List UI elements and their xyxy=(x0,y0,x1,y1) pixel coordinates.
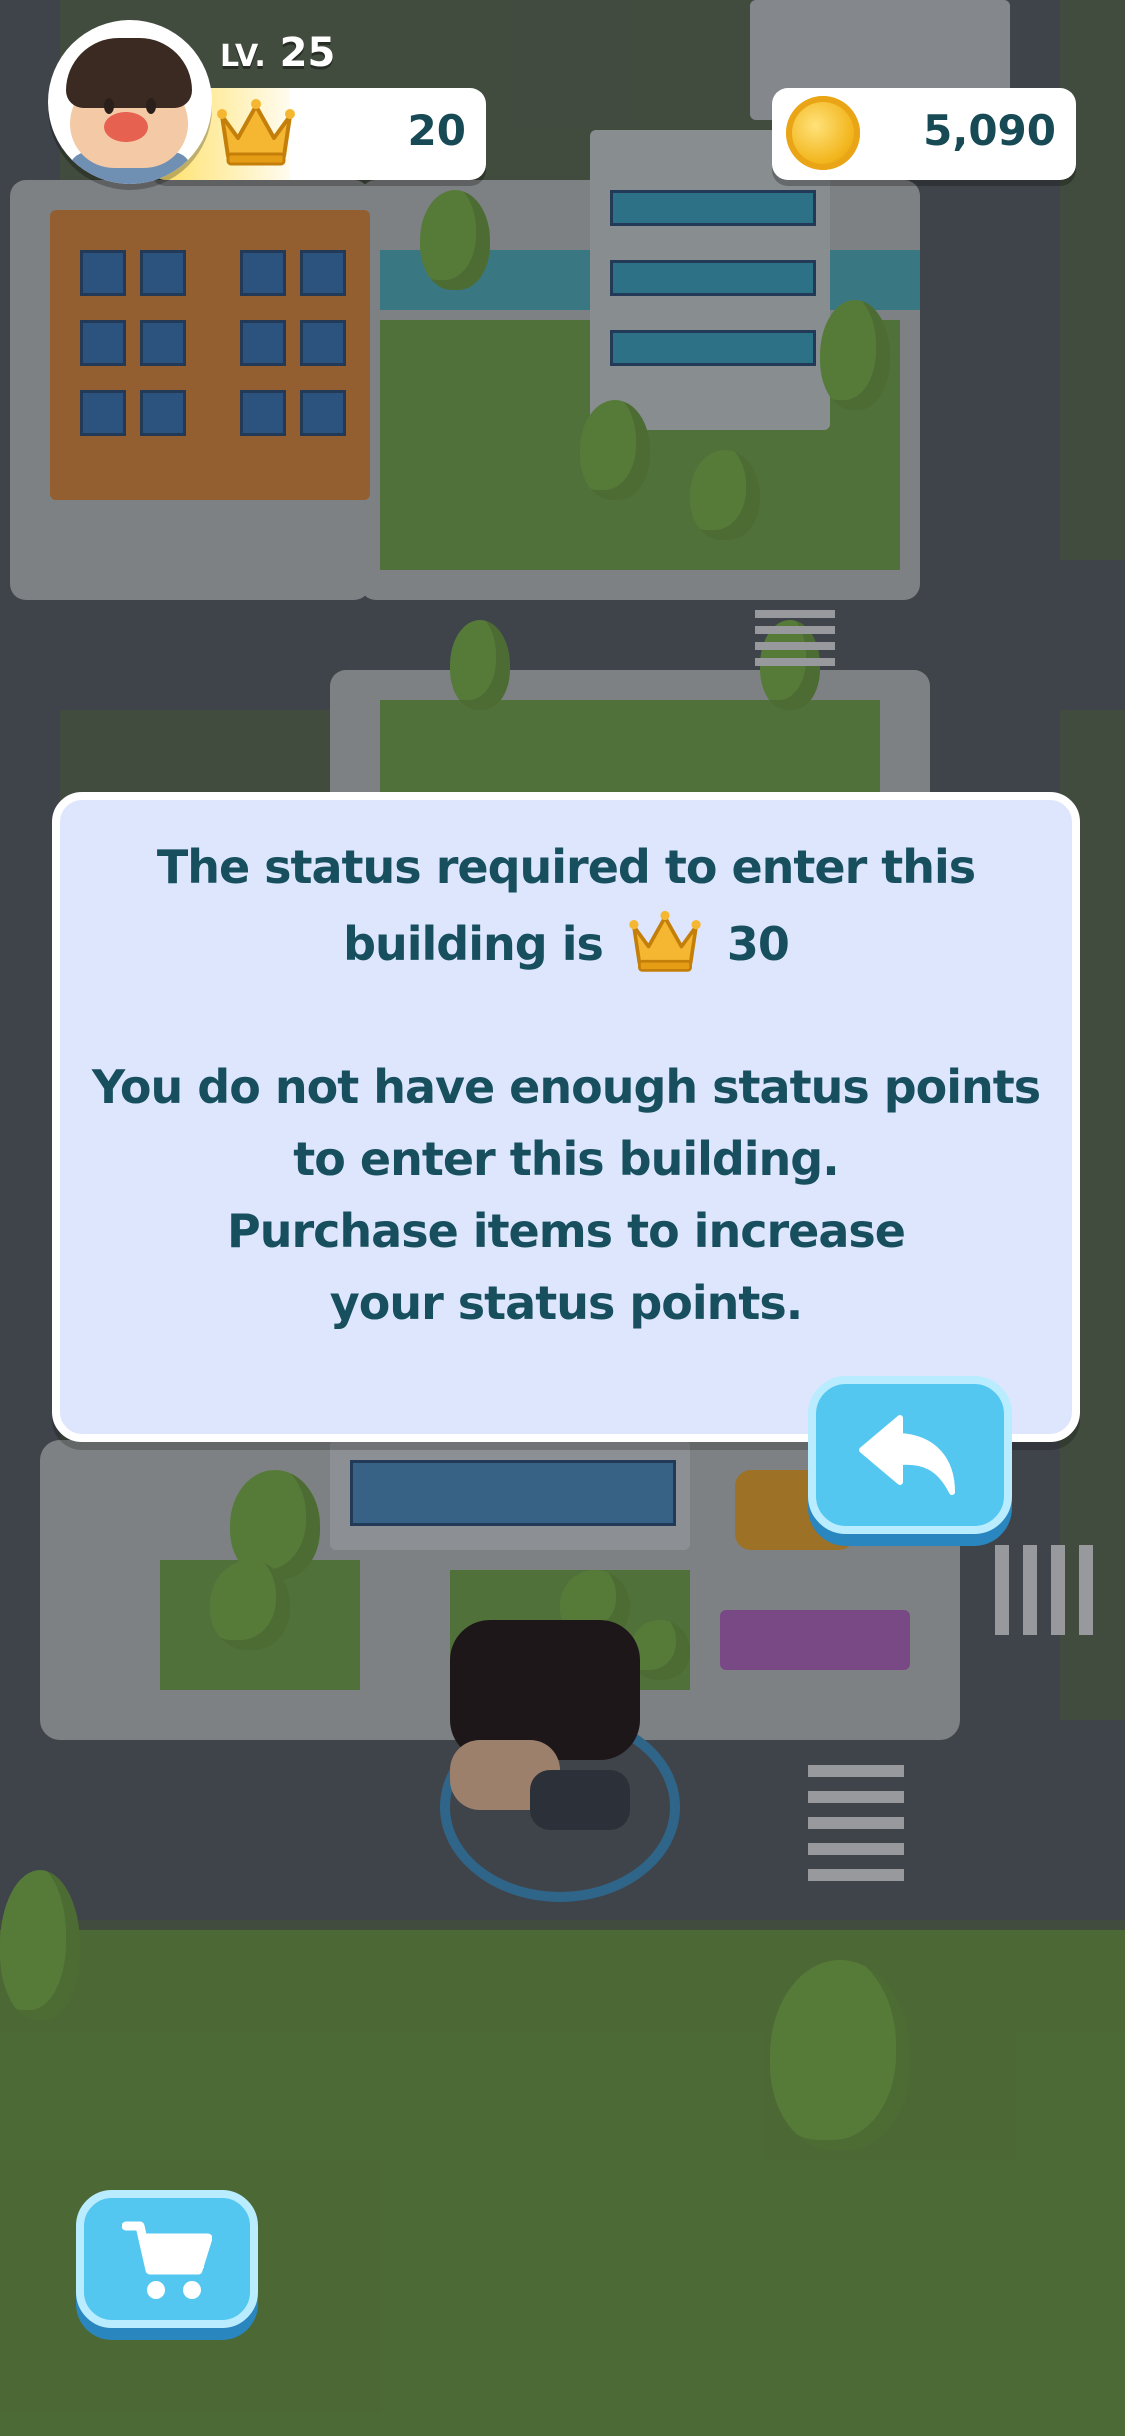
dialog-line-4: to enter this building. xyxy=(293,1132,839,1186)
dialog-line-1: The status required to enter this xyxy=(156,840,976,894)
level-value: 25 xyxy=(279,30,336,76)
back-button[interactable] xyxy=(808,1376,1012,1534)
player-level: LV. 25 xyxy=(220,30,335,76)
level-prefix: LV. xyxy=(220,39,266,74)
required-status-value: 30 xyxy=(726,917,790,971)
dialog-line-2-prefix: building is xyxy=(343,917,604,971)
coin-icon xyxy=(786,96,860,170)
dialog-line-2: building is 30 xyxy=(60,910,1072,985)
coin-counter: 5,090 xyxy=(772,88,1076,180)
dialog-line-6: your status points. xyxy=(329,1276,803,1330)
status-points-value: 20 xyxy=(407,106,466,155)
status-requirement-dialog: The status required to enter this buildi… xyxy=(52,792,1080,1442)
shop-button[interactable] xyxy=(76,2190,258,2328)
dialog-line-5: Purchase items to increase xyxy=(227,1204,906,1258)
dialog-line-3: You do not have enough status points xyxy=(91,1060,1041,1114)
crown-icon xyxy=(216,98,296,172)
player-avatar[interactable] xyxy=(48,20,212,184)
crown-icon xyxy=(628,910,702,985)
coin-value: 5,090 xyxy=(923,106,1056,155)
